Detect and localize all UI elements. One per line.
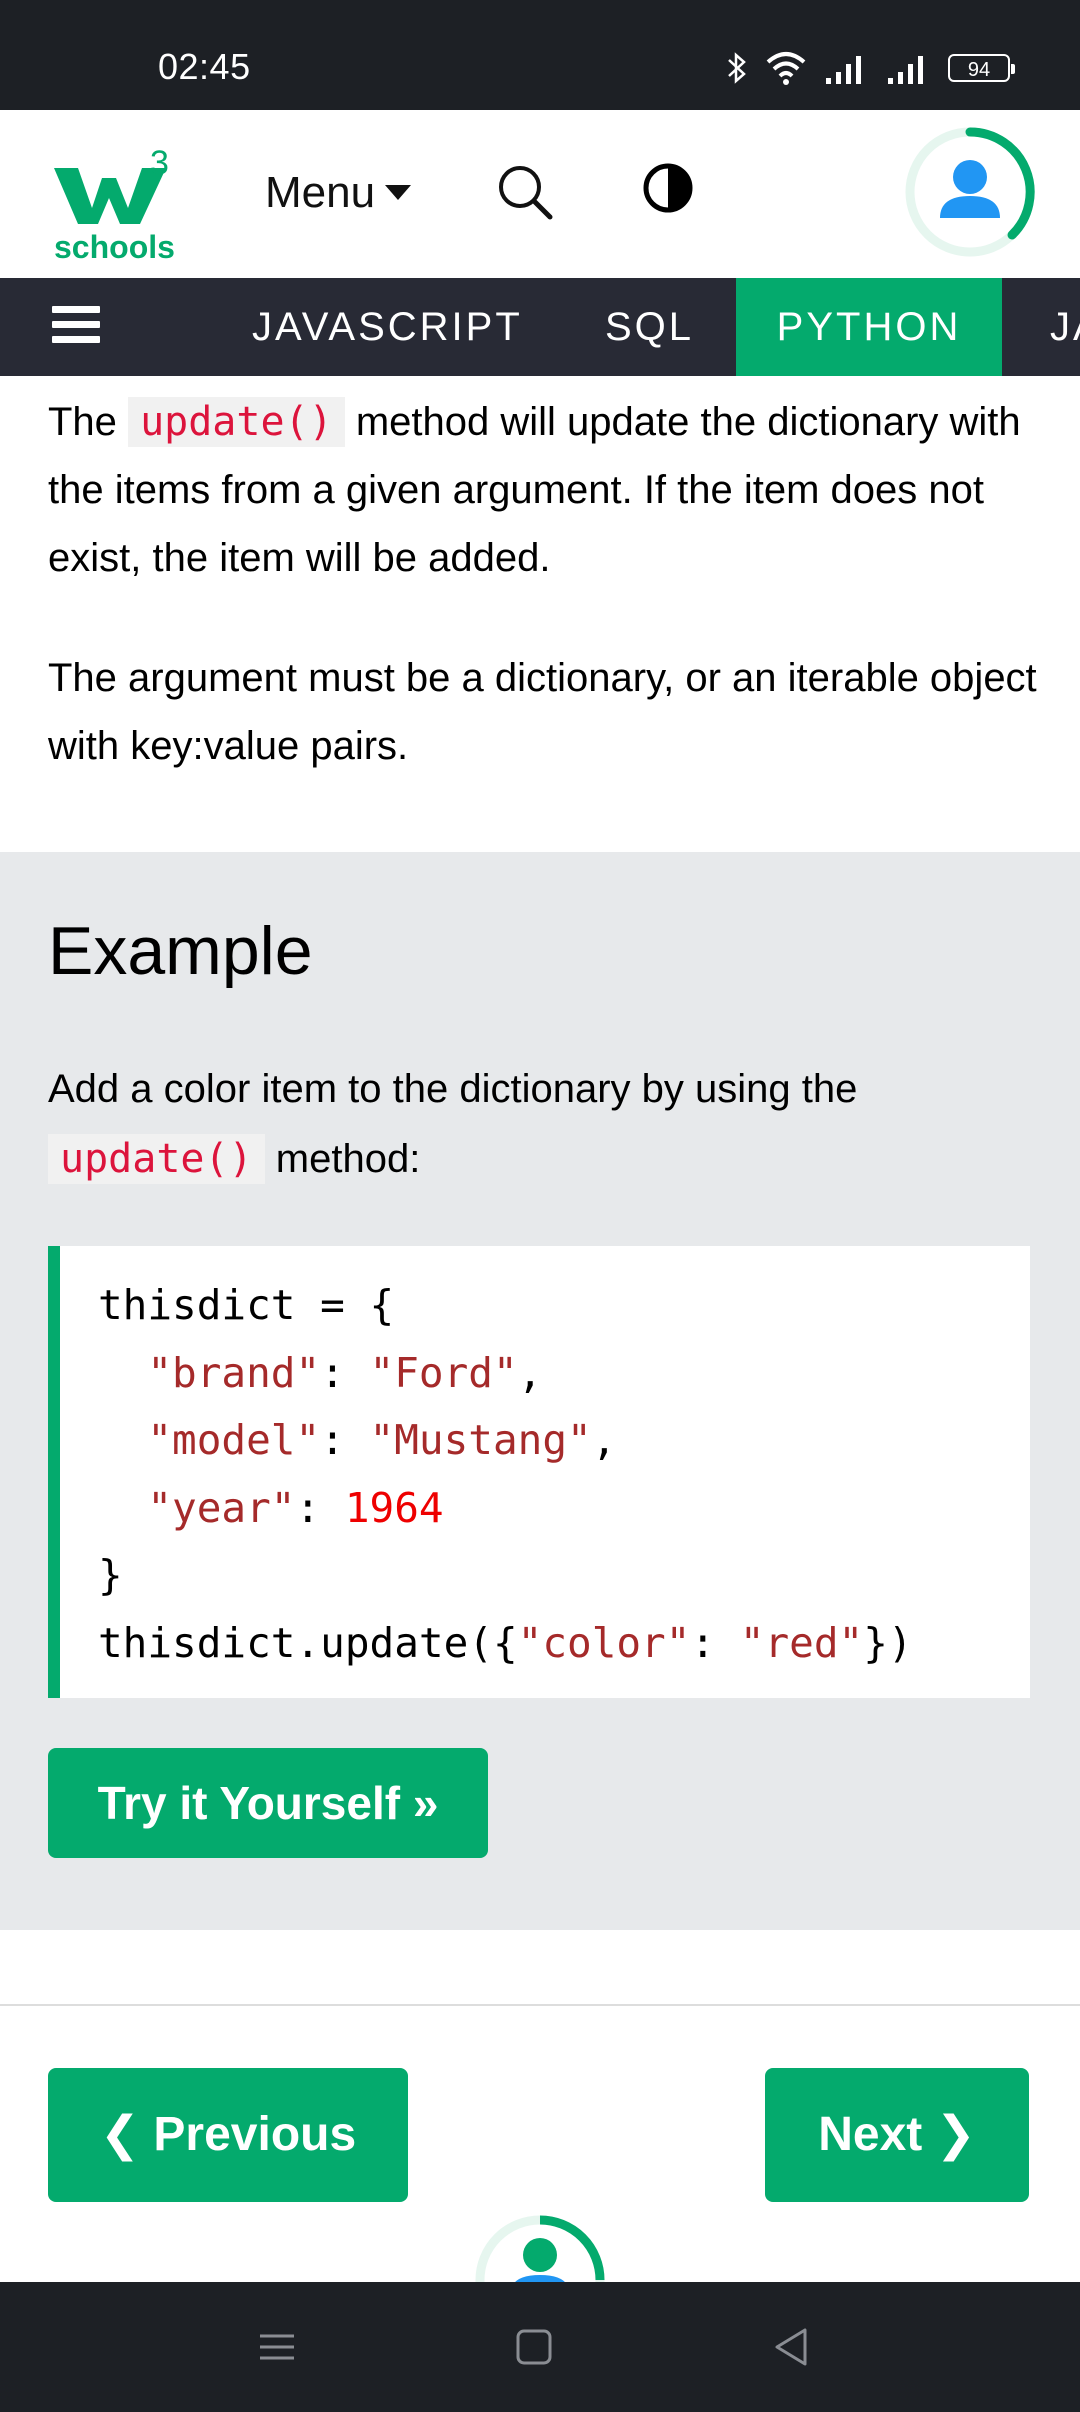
inline-code: update(): [128, 397, 345, 447]
user-avatar-button[interactable]: [900, 122, 1040, 262]
contrast-icon: [643, 163, 693, 213]
example-section: Example Add a color item to the dictiona…: [0, 852, 1080, 1930]
tab-java[interactable]: JA: [1010, 278, 1080, 376]
system-navigation-bar: [0, 2282, 1080, 2412]
theme-toggle-button[interactable]: [640, 160, 700, 220]
try-it-yourself-button[interactable]: Try it Yourself »: [48, 1748, 488, 1858]
home-icon[interactable]: [509, 2322, 559, 2372]
intro-text: The update() method will update the dict…: [48, 388, 1038, 832]
battery-indicator: 94: [948, 54, 1015, 82]
example-title: Example: [48, 913, 313, 989]
tab-javascript[interactable]: JAVASCRIPT: [212, 278, 563, 376]
intro-paragraph-2: The argument must be a dictionary, or an…: [48, 656, 1037, 768]
wifi-icon: [766, 52, 806, 85]
inline-code: update(): [48, 1134, 265, 1184]
tab-sql[interactable]: SQL: [565, 278, 734, 376]
status-icons: 94: [726, 48, 1015, 88]
floating-avatar-button[interactable]: [455, 2195, 625, 2285]
divider: [0, 2004, 1080, 2006]
logo-mark: 3 schools: [54, 144, 175, 265]
hamburger-icon[interactable]: [52, 306, 100, 348]
back-icon[interactable]: [767, 2322, 817, 2372]
caret-down-icon: [385, 185, 412, 200]
subject-navigation: JAVASCRIPT SQL PYTHON JA: [0, 278, 1080, 376]
signal-icon: [826, 56, 861, 84]
next-button[interactable]: Next ❯: [765, 2068, 1029, 2202]
example-description: Add a color item to the dictionary by us…: [48, 1067, 858, 1184]
user-icon: [905, 127, 1035, 257]
search-button[interactable]: [495, 162, 555, 222]
menu-button[interactable]: Menu: [265, 168, 412, 218]
status-time: 02:45: [158, 46, 251, 87]
signal-icon: [888, 56, 923, 84]
w3schools-logo[interactable]: 3 schools: [50, 130, 180, 265]
menu-icon[interactable]: [252, 2322, 302, 2372]
top-navigation: 3 schools Menu: [0, 110, 1080, 278]
previous-button[interactable]: ❮ Previous: [48, 2068, 408, 2202]
logo-number: 3: [150, 144, 169, 182]
logo-text: schools: [54, 229, 175, 260]
user-icon: [475, 2215, 605, 2285]
search-icon: [499, 166, 553, 220]
tab-python[interactable]: PYTHON: [736, 278, 1002, 376]
bluetooth-icon: [728, 52, 746, 84]
code-block[interactable]: thisdict = { "brand": "Ford", "model": "…: [48, 1246, 1030, 1698]
menu-label: Menu: [265, 168, 376, 217]
intro-paragraph-1: The update() method will update the dict…: [48, 397, 1021, 580]
status-bar: 02:45 94: [0, 0, 1080, 110]
